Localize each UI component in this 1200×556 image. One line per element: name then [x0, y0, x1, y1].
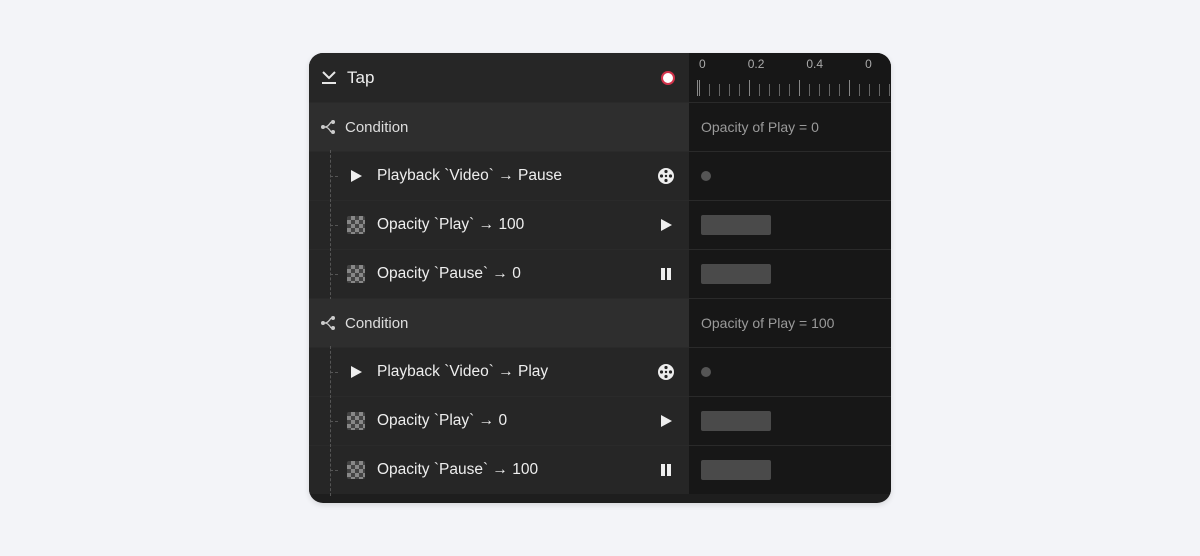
- play-icon[interactable]: [655, 214, 677, 236]
- tree-connector: [319, 250, 343, 298]
- reel-icon[interactable]: [655, 165, 677, 187]
- pause-icon[interactable]: [655, 263, 677, 285]
- play-icon: [345, 165, 367, 187]
- tree-connector: [319, 152, 343, 200]
- trigger-header[interactable]: Tap: [309, 53, 689, 102]
- action-text: Playback `Video` → Pause: [377, 167, 562, 185]
- trigger-title: Tap: [347, 68, 374, 88]
- condition-row[interactable]: Condition Opacity of Play = 0: [309, 102, 891, 151]
- condition-description: Opacity of Play = 0: [701, 119, 819, 135]
- keyframe-bar[interactable]: [701, 264, 771, 284]
- opacity-icon: [345, 410, 367, 432]
- tree-connector: [319, 397, 343, 445]
- timeline-ruler[interactable]: 0 0.2 0.4 0: [689, 53, 891, 102]
- action-row[interactable]: Opacity `Pause` → 0: [309, 249, 891, 298]
- opacity-icon: [345, 459, 367, 481]
- condition-description: Opacity of Play = 100: [701, 315, 834, 331]
- action-row[interactable]: Playback `Video` → Play: [309, 347, 891, 396]
- trigger-header-row: Tap 0 0.2 0.4 0: [309, 53, 891, 102]
- action-text: Opacity `Pause` → 100: [377, 461, 538, 479]
- trigger-type-icon: [319, 68, 339, 88]
- action-row[interactable]: Playback `Video` → Pause: [309, 151, 891, 200]
- condition-label: Condition: [345, 119, 408, 136]
- branch-icon: [319, 118, 337, 136]
- pause-icon[interactable]: [655, 459, 677, 481]
- keyframe-dot[interactable]: [701, 171, 711, 181]
- action-row[interactable]: Opacity `Play` → 0: [309, 396, 891, 445]
- action-text: Opacity `Pause` → 0: [377, 265, 521, 283]
- condition-row[interactable]: Condition Opacity of Play = 100: [309, 298, 891, 347]
- branch-icon: [319, 314, 337, 332]
- action-text: Opacity `Play` → 0: [377, 412, 507, 430]
- keyframe-dot[interactable]: [701, 367, 711, 377]
- ruler-label: 0.4: [806, 57, 823, 71]
- keyframe-bar[interactable]: [701, 215, 771, 235]
- keyframe-bar[interactable]: [701, 460, 771, 480]
- keyframe-bar[interactable]: [701, 411, 771, 431]
- opacity-icon: [345, 214, 367, 236]
- condition-label: Condition: [345, 315, 408, 332]
- ruler-label: 0.2: [748, 57, 765, 71]
- action-row[interactable]: Opacity `Pause` → 100: [309, 445, 891, 494]
- tree-connector: [319, 201, 343, 249]
- record-indicator[interactable]: [661, 71, 675, 85]
- ruler-label: 0: [699, 57, 706, 71]
- interaction-panel: Tap 0 0.2 0.4 0: [309, 53, 891, 503]
- play-icon: [345, 361, 367, 383]
- action-row[interactable]: Opacity `Play` → 100: [309, 200, 891, 249]
- action-text: Playback `Video` → Play: [377, 363, 548, 381]
- tree-connector: [319, 446, 343, 494]
- tree-connector: [319, 348, 343, 396]
- action-text: Opacity `Play` → 100: [377, 216, 524, 234]
- ruler-label: 0: [865, 57, 872, 71]
- play-icon[interactable]: [655, 410, 677, 432]
- opacity-icon: [345, 263, 367, 285]
- reel-icon[interactable]: [655, 361, 677, 383]
